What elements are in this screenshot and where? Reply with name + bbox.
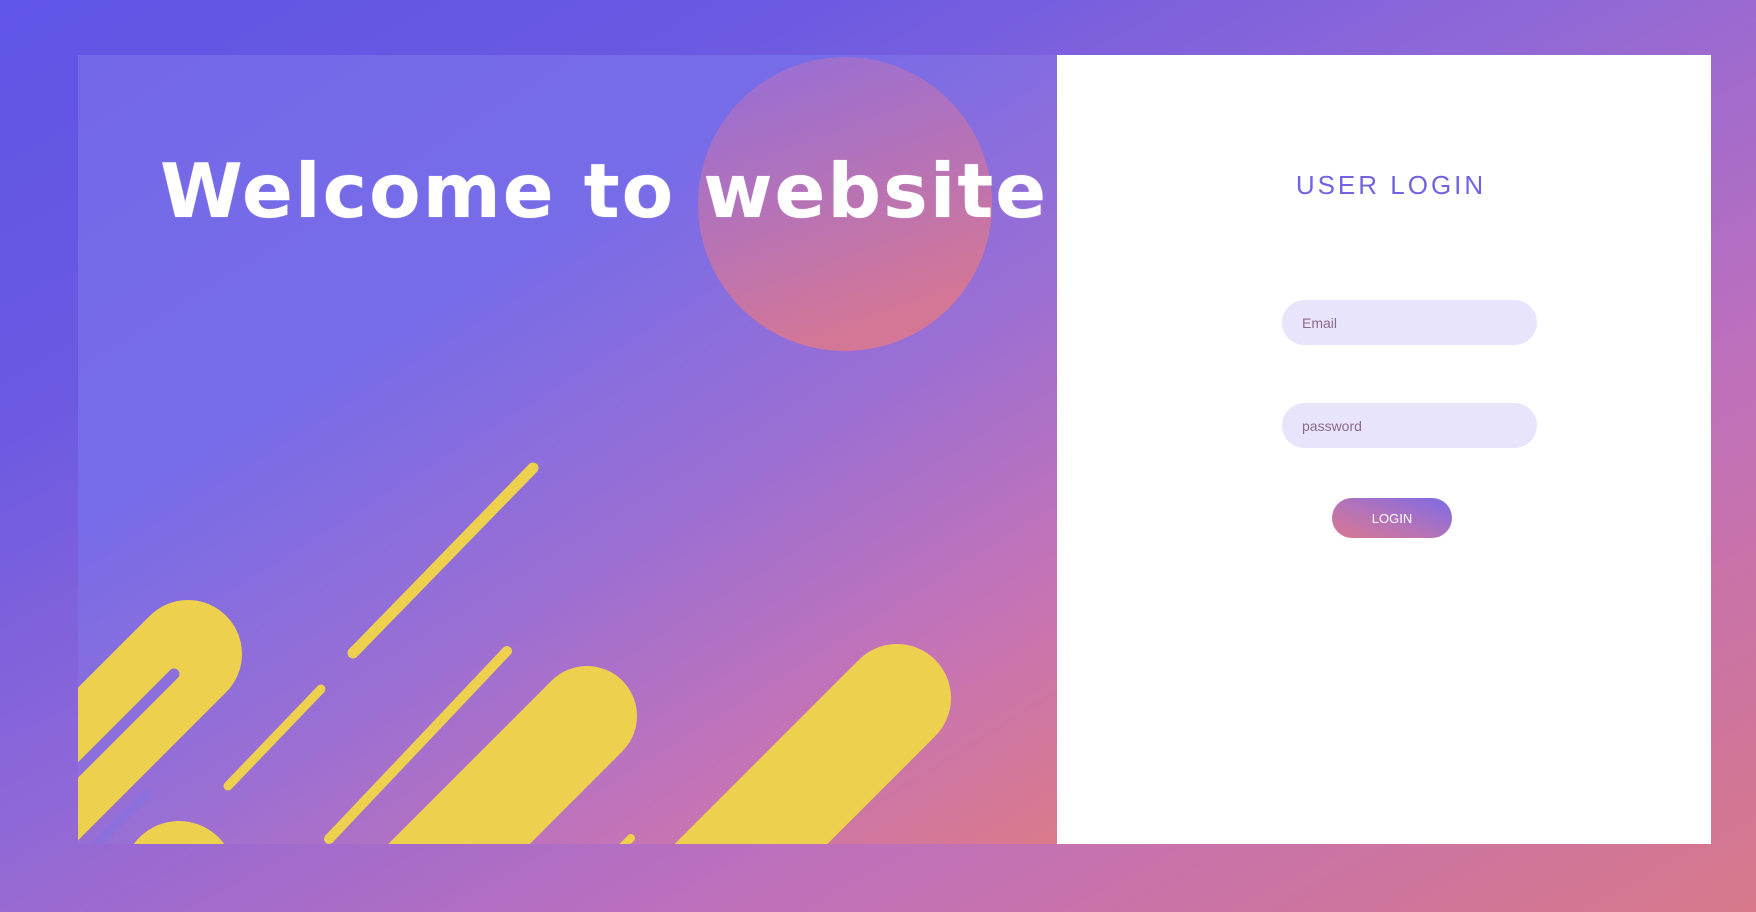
login-title: USER LOGIN [1295,170,1487,200]
blob-right [674,644,951,844]
hero-panel: Welcome to website [78,55,1057,844]
welcome-title: Welcome to website [160,147,1049,235]
login-panel: USER LOGIN LOGIN [1057,55,1711,844]
password-field[interactable] [1282,403,1537,448]
page-frame: Welcome to website USER LOGIN LOGIN [78,55,1711,844]
stripe-small [619,834,635,844]
stripe-left [223,684,326,791]
blob-center [389,666,637,844]
login-button[interactable]: LOGIN [1332,498,1452,538]
stripe-long [347,462,539,659]
email-field[interactable] [1282,300,1537,345]
